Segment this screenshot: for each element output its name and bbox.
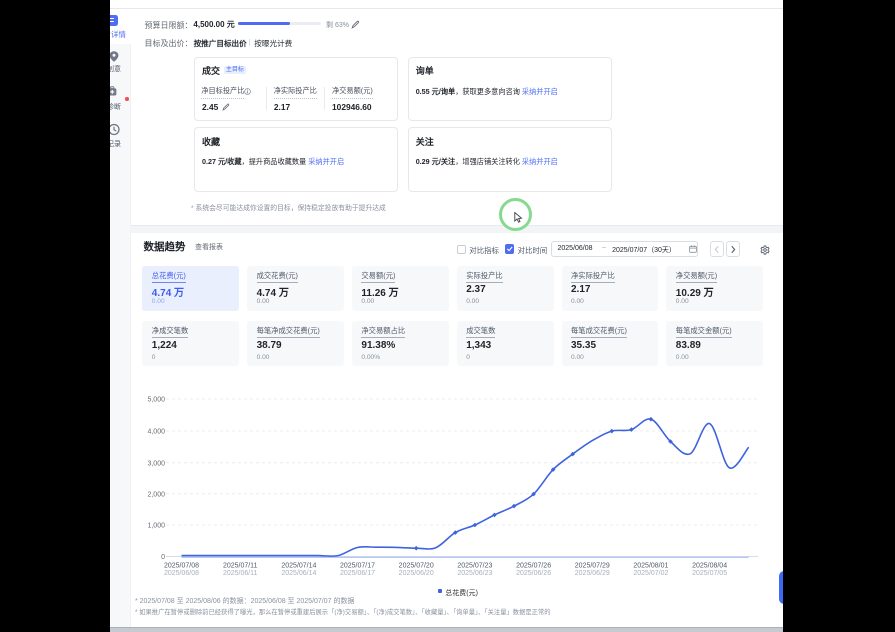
svg-text:2025/06/29: 2025/06/29: [575, 570, 610, 577]
svg-text:2025/07/05: 2025/07/05: [692, 570, 727, 577]
svg-text:2025/07/23: 2025/07/23: [457, 563, 492, 570]
svg-text:2025/06/26: 2025/06/26: [516, 570, 551, 577]
svg-text:2025/07/08: 2025/07/08: [164, 563, 199, 570]
svg-text:0: 0: [161, 554, 165, 561]
svg-text:3,000: 3,000: [147, 460, 165, 467]
svg-text:2025/06/08: 2025/06/08: [164, 570, 199, 577]
svg-text:2025/07/20: 2025/07/20: [399, 563, 434, 570]
svg-text:2025/08/04: 2025/08/04: [692, 563, 727, 570]
svg-text:2025/06/17: 2025/06/17: [340, 570, 375, 577]
svg-text:2025/07/29: 2025/07/29: [575, 563, 610, 570]
svg-text:2,000: 2,000: [147, 491, 165, 498]
svg-text:4,000: 4,000: [147, 429, 165, 436]
svg-text:2025/06/23: 2025/06/23: [457, 570, 492, 577]
svg-text:2025/07/26: 2025/07/26: [516, 563, 551, 570]
svg-text:2025/06/11: 2025/06/11: [223, 570, 258, 577]
svg-text:2025/06/14: 2025/06/14: [281, 570, 316, 577]
svg-text:2025/07/02: 2025/07/02: [633, 570, 668, 577]
svg-text:2025/07/17: 2025/07/17: [340, 563, 375, 570]
svg-text:5,000: 5,000: [147, 397, 165, 404]
svg-text:2025/07/14: 2025/07/14: [281, 563, 316, 570]
svg-text:2025/07/11: 2025/07/11: [223, 563, 258, 570]
svg-text:2025/06/20: 2025/06/20: [399, 570, 434, 577]
svg-text:1,000: 1,000: [147, 523, 165, 530]
svg-text:2025/08/01: 2025/08/01: [633, 563, 668, 570]
